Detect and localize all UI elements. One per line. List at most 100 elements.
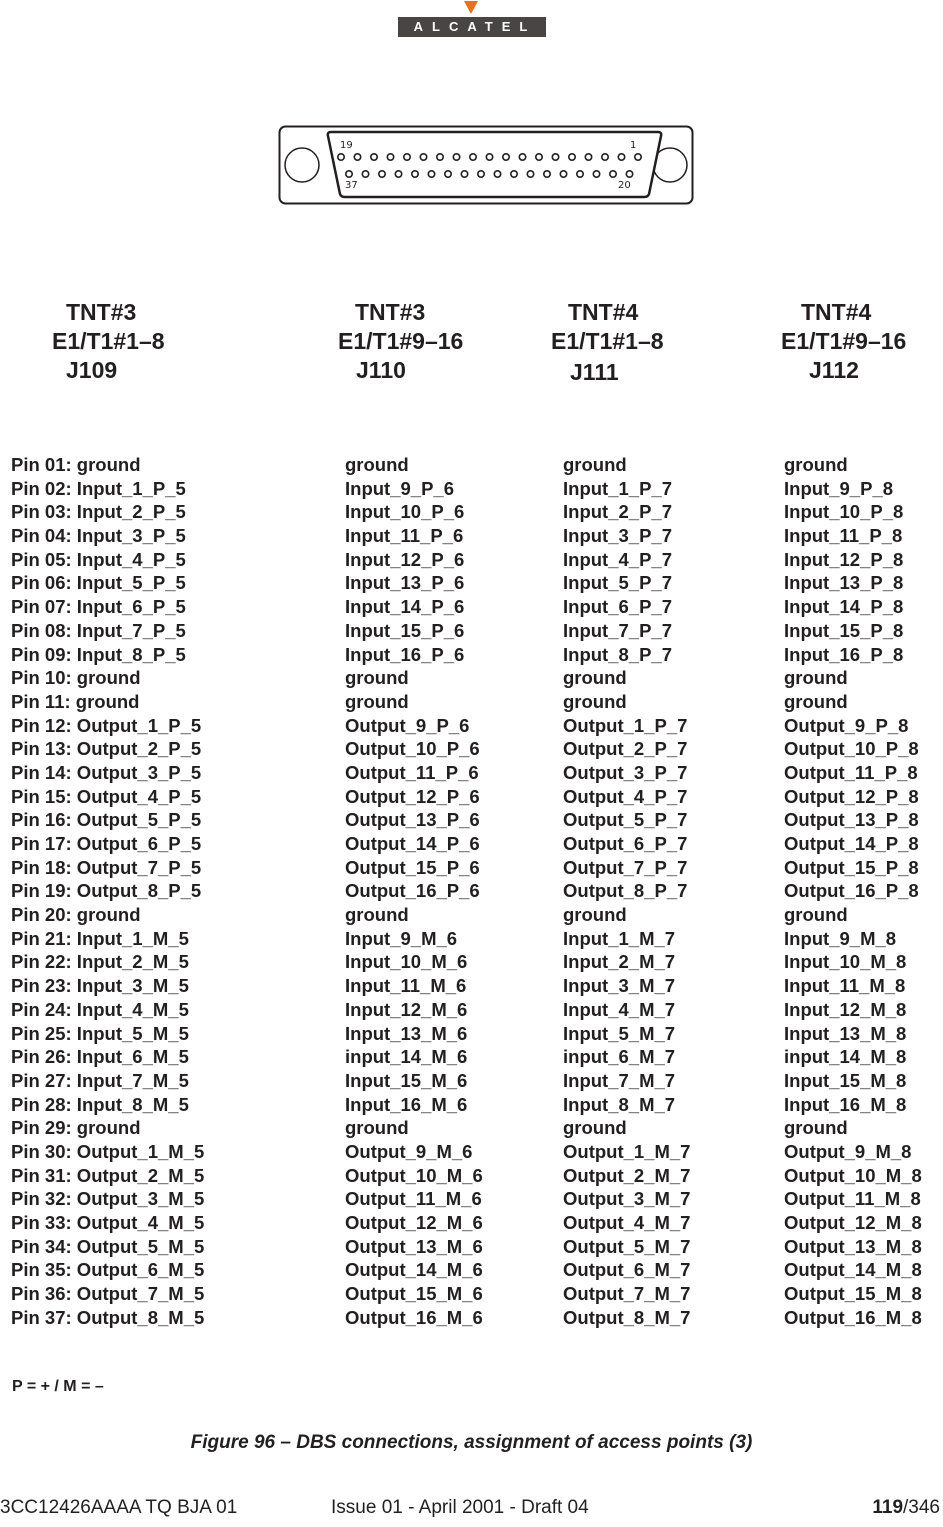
header-j112: TNT#4 E1/T1#9–16 J112 bbox=[781, 298, 906, 385]
pin-assignment-row: ground bbox=[345, 690, 409, 712]
pin-assignment-row: Pin 31: Output_2_M_5 bbox=[11, 1164, 205, 1186]
pin-assignment-row: Output_15_M_8 bbox=[784, 1283, 922, 1305]
connector-pin-hole bbox=[411, 169, 420, 178]
pin-assignment-row: Pin 05: Input_4_P_5 bbox=[11, 548, 186, 570]
pin-assignment-row: Input_9_P_6 bbox=[345, 477, 454, 499]
pin-assignment-row: Input_9_M_6 bbox=[345, 927, 458, 949]
pin-label-1: 1 bbox=[630, 140, 636, 151]
pin-assignment-row: Output_5_M_7 bbox=[563, 1235, 691, 1257]
connector-pin-hole bbox=[419, 152, 428, 161]
pin-assignment-row: Input_12_P_8 bbox=[784, 548, 904, 570]
pin-assignment-row: Pin 01: ground bbox=[11, 454, 141, 475]
pin-assignment-row: Output_1_P_7 bbox=[563, 714, 688, 736]
pin-assignment-row: Pin 23: Input_3_M_5 bbox=[11, 975, 189, 997]
pin-assignment-row: ground bbox=[563, 454, 627, 475]
pin-assignment-row: Output_12_M_8 bbox=[784, 1212, 922, 1233]
header-range: E1/T1#9–16 bbox=[781, 328, 907, 354]
pin-assignment-row: Input_3_P_7 bbox=[563, 525, 672, 547]
connector-pin-hole bbox=[502, 152, 511, 161]
pin-assignment-row: Input_8_P_7 bbox=[563, 643, 672, 665]
pin-assignment-row: Output_14_P_6 bbox=[345, 833, 480, 854]
pin-label-37: 37 bbox=[345, 180, 358, 191]
connector-pin-hole bbox=[353, 152, 362, 161]
pin-assignment-row: Output_11_M_8 bbox=[784, 1188, 921, 1210]
pin-assignment-row: Input_5_M_7 bbox=[563, 1022, 676, 1044]
pin-assignment-row: Output_11_M_6 bbox=[345, 1188, 482, 1210]
pin-assignment-row: Output_14_M_8 bbox=[784, 1259, 922, 1281]
pin-assignment-row: Pin 03: Input_2_P_5 bbox=[11, 501, 186, 523]
pin-assignment-row: Pin 28: Input_8_M_5 bbox=[11, 1093, 189, 1115]
pin-assignment-row: Input_10_M_8 bbox=[784, 951, 907, 973]
pin-assignment-row: Pin 19: Output_8_P_5 bbox=[11, 880, 202, 902]
pin-assignment-row: Pin 26: Input_6_M_5 bbox=[11, 1046, 189, 1068]
pin-assignment-row: Input_8_M_7 bbox=[563, 1093, 676, 1115]
pin-assignment-row: Output_6_M_7 bbox=[563, 1259, 691, 1281]
pin-assignment-row: Output_12_P_8 bbox=[784, 785, 919, 807]
connector-pin-hole bbox=[551, 152, 560, 161]
pin-assignment-row: Pin 06: Input_5_P_5 bbox=[11, 572, 186, 594]
header-j109: TNT#3 E1/T1#1–8 J109 bbox=[52, 298, 165, 385]
db37-connector-diagram: 19 1 37 20 bbox=[278, 125, 694, 205]
pin-assignment-row: Input_14_P_6 bbox=[345, 596, 465, 618]
pin-assignment-row: Pin 18: Output_7_P_5 bbox=[11, 856, 202, 878]
pin-assignment-row: ground bbox=[563, 904, 627, 926]
pin-assignment-row: Output_9_M_6 bbox=[345, 1140, 473, 1162]
pin-assignment-row: Pin 24: Input_4_M_5 bbox=[11, 998, 189, 1020]
pin-assignment-row: ground bbox=[784, 454, 848, 475]
connector-pin-hole bbox=[386, 152, 395, 161]
pin-assignment-row: Pin 02: Input_1_P_5 bbox=[11, 477, 186, 499]
pin-assignment-row: Output_8_P_7 bbox=[563, 880, 688, 902]
pin-assignment-row: Input_12_M_8 bbox=[784, 998, 907, 1020]
pin-assignment-row: ground bbox=[345, 667, 409, 689]
pin-assignment-row: Output_14_M_6 bbox=[345, 1259, 483, 1281]
pin-assignment-row: Pin 11: ground bbox=[11, 690, 140, 712]
pin-assignment-row: ground bbox=[784, 1117, 848, 1139]
pin-assignment-row: Output_5_P_7 bbox=[563, 809, 688, 831]
polarity-legend: P = + / M = – bbox=[12, 1378, 104, 1395]
connector-pin-hole bbox=[469, 152, 478, 161]
header-jack: J110 bbox=[356, 357, 406, 383]
pin-assignment-row: Input_10_M_6 bbox=[345, 951, 468, 973]
header-tnt: TNT#3 bbox=[355, 299, 426, 325]
footer-doc-ref: 3CC12426AAAA TQ BJA 01 bbox=[0, 1497, 238, 1518]
pin-assignment-row: Output_3_M_7 bbox=[563, 1188, 691, 1210]
connector-pin-hole bbox=[625, 169, 634, 178]
pin-assignment-row: Pin 33: Output_4_M_5 bbox=[11, 1212, 205, 1233]
column-j111: ground Input_1_P_7 Input_2_P_7 Input_3_P_7 I… bbox=[563, 453, 690, 1329]
pin-assignment-row: Input_13_P_6 bbox=[345, 572, 465, 594]
pin-assignment-row: Output_16_M_8 bbox=[784, 1306, 922, 1328]
pin-assignment-row: Input_11_M_8 bbox=[784, 975, 906, 997]
pin-assignment-row: Output_12_M_6 bbox=[345, 1212, 483, 1233]
pin-assignment-row: Pin 22: Input_2_M_5 bbox=[11, 951, 189, 973]
pin-assignment-row: Output_1_M_7 bbox=[563, 1140, 691, 1162]
pin-assignment-row: Output_8_M_7 bbox=[563, 1306, 691, 1328]
pin-assignment-row: Output_12_P_6 bbox=[345, 785, 480, 807]
footer-page-number: 119/346 bbox=[872, 1497, 940, 1519]
connector-pin-hole bbox=[559, 169, 568, 178]
pin-assignment-row: Input_15_M_8 bbox=[784, 1069, 907, 1091]
pin-assignment-row: Pin 36: Output_7_M_5 bbox=[11, 1283, 205, 1305]
pin-assignment-row: ground bbox=[563, 1117, 627, 1139]
pin-assignment-row: Input_11_P_8 bbox=[784, 525, 903, 547]
pin-assignment-row: Output_9_P_8 bbox=[784, 714, 909, 736]
pin-assignment-row: Input_11_P_6 bbox=[345, 525, 464, 547]
pin-assignment-row: Output_4_P_7 bbox=[563, 785, 688, 807]
pin-assignment-row: Pin 07: Input_6_P_5 bbox=[11, 596, 186, 618]
pin-assignment-row: Pin 15: Output_4_P_5 bbox=[11, 785, 202, 807]
pin-assignment-row: ground bbox=[345, 1117, 409, 1139]
logo-triangle-icon bbox=[464, 1, 478, 14]
connector-pin-hole bbox=[617, 152, 626, 161]
pin-assignment-row: Output_13_M_6 bbox=[345, 1235, 483, 1257]
pin-assignment-row: Input_14_P_8 bbox=[784, 596, 904, 618]
pin-assignment-row: Output_16_P_6 bbox=[345, 880, 480, 902]
pin-assignment-row: Output_11_P_8 bbox=[784, 761, 918, 783]
pin-assignment-row: Input_16_M_8 bbox=[784, 1093, 907, 1115]
connector-pin-hole bbox=[608, 169, 617, 178]
pin-assignment-row: ground bbox=[345, 904, 409, 926]
pin-assignment-row: Pin 35: Output_6_M_5 bbox=[11, 1259, 205, 1281]
pin-assignment-row: Output_7_M_7 bbox=[563, 1283, 691, 1305]
pin-assignment-row: Input_6_P_7 bbox=[563, 596, 672, 618]
connector-pin-hole bbox=[575, 169, 584, 178]
pin-assignment-row: Output_7_P_7 bbox=[563, 856, 688, 878]
header-range: E1/T1#1–8 bbox=[551, 328, 664, 354]
